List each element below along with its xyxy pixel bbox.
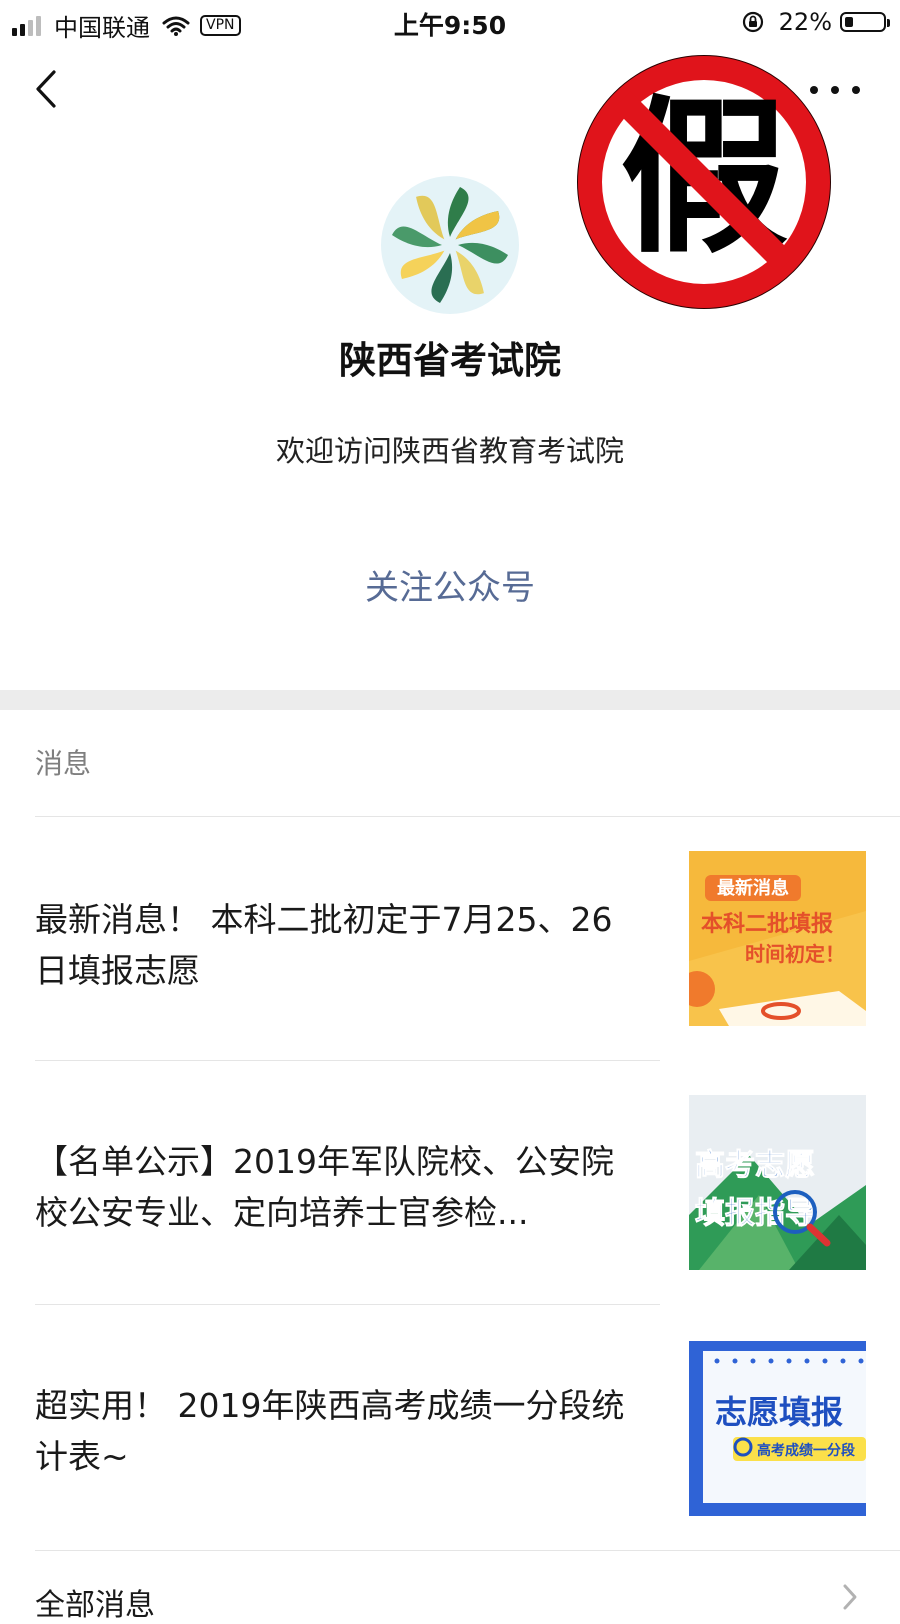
- status-right: 22%: [741, 8, 890, 36]
- message-title: 超实用！ 2019年陕西高考成绩一分段统计表~: [35, 1386, 625, 1476]
- message-title: 【名单公示】2019年军队院校、公安院校公安专业、定向培养士官参检...: [35, 1142, 614, 1232]
- section-divider-band: [0, 690, 900, 710]
- message-item[interactable]: 【名单公示】2019年军队院校、公安院校公安专业、定向培养士官参检... 高考志…: [35, 1095, 900, 1364]
- divider: [35, 1304, 660, 1305]
- divider: [35, 1060, 660, 1061]
- follow-account-button[interactable]: 关注公众号: [330, 560, 570, 609]
- messages-section-title: 消息: [35, 747, 92, 780]
- message-item[interactable]: 超实用！ 2019年陕西高考成绩一分段统计表~ 志愿填报 高考成绩一分段: [35, 1341, 900, 1610]
- thumb-text: 志愿填报: [715, 1393, 843, 1431]
- divider: [35, 1550, 900, 1551]
- battery-fill: [845, 17, 853, 27]
- chevron-right-icon: [843, 1584, 857, 1610]
- message-thumbnail: 最新消息 本科二批填报 时间初定！: [689, 851, 866, 1026]
- thumb-text: 最新消息: [717, 877, 789, 899]
- rotation-lock-icon: [742, 11, 763, 33]
- more-dot-icon: [852, 86, 860, 94]
- battery-percent: 22%: [778, 8, 832, 36]
- thumb-text: 本科二批填报: [701, 912, 833, 937]
- fake-prohibition-stamp: 假: [577, 55, 831, 309]
- thumb-text: 时间初定！: [745, 942, 845, 966]
- thumb-text: 高考志愿: [695, 1148, 815, 1183]
- pinwheel-logo-icon: [392, 187, 508, 303]
- message-item[interactable]: 最新消息！ 本科二批初定于7月25、26日填报志愿 最新消息 本科二批填报 时间…: [35, 851, 900, 1120]
- all-messages-link[interactable]: 全部消息: [35, 1580, 155, 1624]
- thumb-text: 填报指导: [695, 1196, 815, 1231]
- message-title: 最新消息！ 本科二批初定于7月25、26日填报志愿: [35, 900, 613, 990]
- divider: [35, 816, 900, 817]
- back-chevron-icon[interactable]: [30, 66, 70, 112]
- account-intro: 欢迎访问陕西省教育考试院: [275, 434, 624, 468]
- battery-icon: [840, 12, 890, 32]
- account-avatar: [381, 176, 519, 314]
- message-thumbnail: 志愿填报 高考成绩一分段: [689, 1341, 866, 1516]
- message-thumbnail: 高考志愿 填报指导: [689, 1095, 866, 1270]
- account-name: 陕西省考试院: [339, 339, 561, 382]
- thumb-text: 高考成绩一分段: [757, 1442, 855, 1459]
